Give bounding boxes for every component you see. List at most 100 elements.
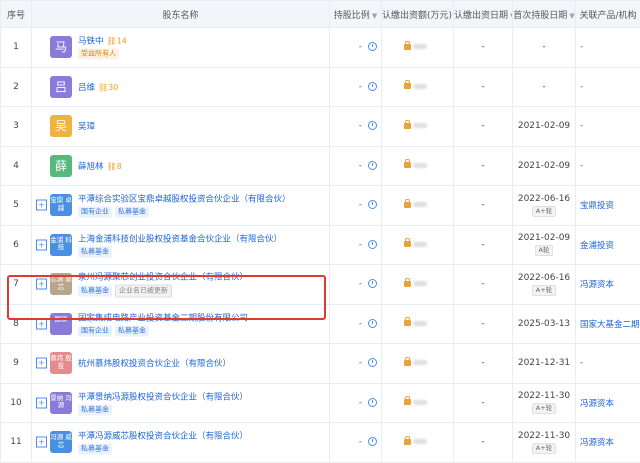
expand-icon[interactable]: +: [36, 358, 47, 369]
header-shareholder-name: 股东名称: [32, 1, 330, 28]
history-clock-icon[interactable]: [368, 161, 377, 170]
header-first-hold-date[interactable]: 首次持股日期▼: [513, 1, 576, 28]
related-count-badge[interactable]: ⛓8: [107, 162, 122, 171]
related-product-cell[interactable]: 冯源资本: [576, 423, 640, 463]
lock-icon[interactable]: [404, 281, 411, 287]
expand-icon[interactable]: +: [36, 279, 47, 290]
hidden-amount: [413, 202, 427, 207]
lock-icon[interactable]: [404, 439, 411, 445]
shareholder-name-link[interactable]: 平潭综合实验区宝鼎卓越股权投资合伙企业（有限合伙）: [78, 195, 291, 205]
shareholder-tags: 私募基金: [78, 246, 327, 257]
shareholder-name-link[interactable]: 平潭景纳冯源股权投资合伙企业（有限合伙）: [78, 392, 248, 402]
related-count-badge[interactable]: ⛓14: [107, 37, 127, 46]
expand-icon[interactable]: +: [36, 318, 47, 329]
lock-icon[interactable]: [404, 320, 411, 326]
related-product-cell[interactable]: 宝鼎投资: [576, 186, 640, 226]
related-product-link[interactable]: 国家大基金二期: [580, 320, 640, 330]
history-clock-icon[interactable]: [368, 319, 377, 328]
shareholder-name-link[interactable]: 泉州冯源聚芯创业投资合伙企业（有限合伙）: [78, 273, 248, 283]
tag-badge: 私募基金: [115, 207, 149, 218]
related-product-link[interactable]: 冯源资本: [580, 399, 614, 409]
history-clock-icon[interactable]: [368, 121, 377, 130]
shareholder-logo: 国家: [50, 313, 72, 335]
related-product-link[interactable]: 宝鼎投资: [580, 201, 614, 211]
related-product-link[interactable]: -: [580, 82, 583, 92]
related-product-link[interactable]: 金浦投资: [580, 241, 614, 251]
shareholder-table: 序号 股东名称 持股比例▼ 认缴出资额(万元)▼ 认缴出资日期▼ 首次持股日期▼…: [0, 0, 640, 463]
history-clock-icon[interactable]: [368, 437, 377, 446]
tag-badge: 国有企业: [78, 325, 112, 336]
related-product-link[interactable]: -: [580, 121, 583, 131]
related-product-cell[interactable]: -: [576, 107, 640, 147]
filter-icon[interactable]: ▼: [569, 12, 574, 20]
table-row[interactable]: 10 + 景纳 冯源 平潭景纳冯源股权投资合伙企业（有限合伙） 私募基金 - -…: [1, 383, 640, 423]
history-clock-icon[interactable]: [368, 358, 377, 367]
related-product-cell[interactable]: -: [576, 67, 640, 107]
table-row[interactable]: 1 马 马铁中⛓14 受益所有人 - - - -: [1, 28, 640, 68]
related-count: 14: [117, 37, 127, 46]
related-product-cell[interactable]: 冯源资本: [576, 383, 640, 423]
shareholder-cell: + 金浦 科技 上海金浦科技创业股权投资基金合伙企业（有限合伙） 私募基金: [32, 225, 330, 265]
table-row[interactable]: 2 吕 吕维⛓30 - - - -: [1, 67, 640, 107]
header-subscription-date[interactable]: 认缴出资日期▼: [454, 1, 513, 28]
table-row[interactable]: 9 + 慕炜 股投 杭州慕炜股权投资合伙企业（有限合伙） - - 2021-12…: [1, 344, 640, 384]
related-product-cell[interactable]: 冯源资本: [576, 265, 640, 305]
shareholder-name-link[interactable]: 杭州慕炜股权投资合伙企业（有限合伙）: [78, 359, 231, 369]
first-hold-date-cell: 2021-12-31: [513, 344, 576, 384]
related-product-cell[interactable]: 国家大基金二期: [576, 304, 640, 344]
table-row[interactable]: 8 + 国家 国家集成电路产业投资基金二期股份有限公司 国有企业私募基金 - -…: [1, 304, 640, 344]
history-clock-icon[interactable]: [368, 200, 377, 209]
related-product-link[interactable]: -: [580, 42, 583, 52]
table-row[interactable]: 3 吴 吴璋 - - 2021-02-09 -: [1, 107, 640, 147]
history-clock-icon[interactable]: [368, 240, 377, 249]
header-ratio[interactable]: 持股比例▼: [330, 1, 382, 28]
table-row[interactable]: 5 + 宝鼎 卓越 平潭综合实验区宝鼎卓越股权投资合伙企业（有限合伙） 国有企业…: [1, 186, 640, 226]
related-product-link[interactable]: 冯源资本: [580, 280, 614, 290]
related-product-link[interactable]: -: [580, 358, 583, 368]
shareholder-name-link[interactable]: 马铁中: [78, 37, 104, 47]
hidden-amount: [413, 123, 427, 128]
filter-icon[interactable]: ▼: [372, 12, 377, 20]
amount-cell: [382, 344, 454, 384]
lock-icon[interactable]: [404, 44, 411, 50]
related-product-link[interactable]: 冯源资本: [580, 438, 614, 448]
header-amount[interactable]: 认缴出资额(万元)▼: [382, 1, 454, 28]
related-count-badge[interactable]: ⛓30: [98, 83, 118, 92]
shareholder-name-link[interactable]: 吕维: [78, 83, 95, 93]
shareholder-name-link[interactable]: 平潭冯源威芯股权投资合伙企业（有限合伙）: [78, 432, 248, 442]
history-clock-icon[interactable]: [368, 82, 377, 91]
table-header-row: 序号 股东名称 持股比例▼ 认缴出资额(万元)▼ 认缴出资日期▼ 首次持股日期▼…: [1, 1, 640, 28]
table-row[interactable]: 11 + 冯源 威芯 平潭冯源威芯股权投资合伙企业（有限合伙） 私募基金 - -…: [1, 423, 640, 463]
lock-icon[interactable]: [404, 399, 411, 405]
related-product-cell[interactable]: -: [576, 28, 640, 68]
shareholder-cell: + 国家 国家集成电路产业投资基金二期股份有限公司 国有企业私募基金: [32, 304, 330, 344]
shareholder-name-link[interactable]: 薛旭林: [78, 162, 104, 172]
shareholder-name-link[interactable]: 上海金浦科技创业股权投资基金合伙企业（有限合伙）: [78, 234, 282, 244]
history-clock-icon[interactable]: [368, 42, 377, 51]
lock-icon[interactable]: [404, 162, 411, 168]
expand-icon[interactable]: +: [36, 200, 47, 211]
related-product-cell[interactable]: 金浦投资: [576, 225, 640, 265]
related-product-link[interactable]: -: [580, 161, 583, 171]
shareholder-name-link[interactable]: 国家集成电路产业投资基金二期股份有限公司: [78, 313, 248, 323]
ratio-value: -: [359, 82, 362, 92]
lock-icon[interactable]: [404, 123, 411, 129]
table-row[interactable]: 7 + 芯源 聚芯 泉州冯源聚芯创业投资合伙企业（有限合伙） 私募基金企业名已被…: [1, 265, 640, 305]
related-product-cell[interactable]: -: [576, 344, 640, 384]
expand-icon[interactable]: +: [36, 397, 47, 408]
lock-icon[interactable]: [404, 83, 411, 89]
history-clock-icon[interactable]: [368, 398, 377, 407]
lock-icon[interactable]: [404, 360, 411, 366]
history-clock-icon[interactable]: [368, 279, 377, 288]
expand-icon[interactable]: +: [36, 437, 47, 448]
lock-icon[interactable]: [404, 202, 411, 208]
tag-badge: 私募基金: [78, 246, 112, 257]
lock-icon[interactable]: [404, 241, 411, 247]
expand-icon[interactable]: +: [36, 239, 47, 250]
shareholder-name-link[interactable]: 吴璋: [78, 122, 95, 132]
related-product-cell[interactable]: -: [576, 146, 640, 186]
amount-cell: [382, 146, 454, 186]
table-row[interactable]: 6 + 金浦 科技 上海金浦科技创业股权投资基金合伙企业（有限合伙） 私募基金 …: [1, 225, 640, 265]
shareholder-tags: 国有企业私募基金: [78, 325, 327, 336]
table-row[interactable]: 4 薛 薛旭林⛓8 - - 2021-02-09 -: [1, 146, 640, 186]
